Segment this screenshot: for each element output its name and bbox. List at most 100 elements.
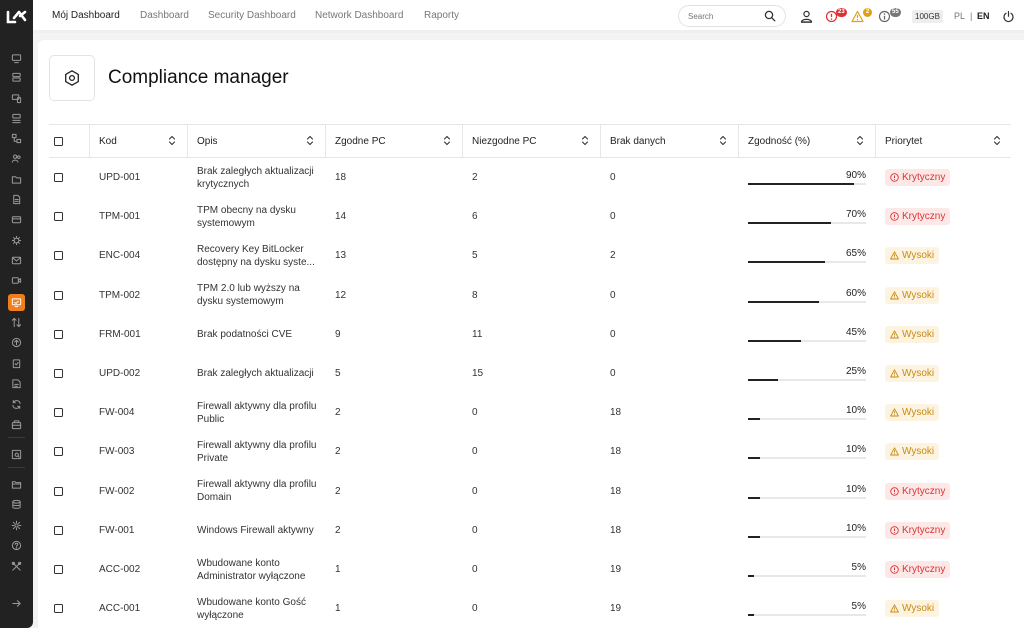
sidebar-item-expand[interactable] bbox=[10, 597, 23, 610]
row-checkbox[interactable] bbox=[54, 290, 63, 300]
monitor-icon bbox=[11, 54, 22, 64]
col-priorytet[interactable]: Priorytet bbox=[885, 125, 922, 157]
cell-niezgodne: 5 bbox=[472, 250, 478, 262]
cell-brak: 0 bbox=[610, 211, 616, 223]
row-checkbox[interactable] bbox=[54, 525, 63, 535]
row-checkbox[interactable] bbox=[54, 408, 63, 418]
table-row[interactable]: FRM-001 Brak podatności CVE 9 11 0 45% Wysoki bbox=[49, 315, 1011, 354]
sidebar-item-files[interactable] bbox=[10, 478, 23, 491]
cell-opis: Firewall aktywny dla profilu Public bbox=[197, 393, 319, 432]
sort-icon[interactable] bbox=[993, 134, 1001, 147]
table-row[interactable]: FW-004 Firewall aktywny dla profilu Publi… bbox=[49, 393, 1011, 432]
nav-network-dashboard[interactable]: Network Dashboard bbox=[315, 10, 403, 21]
sidebar-item-report[interactable] bbox=[10, 377, 23, 390]
table-row[interactable]: FW-003 Firewall aktywny dla profilu Priva… bbox=[49, 432, 1011, 471]
row-checkbox[interactable] bbox=[54, 251, 63, 261]
table-row[interactable]: UPD-002 Brak zaległych aktualizacji 5 15 0 25… bbox=[49, 354, 1011, 393]
search-input[interactable] bbox=[688, 10, 758, 23]
sort-icon[interactable] bbox=[443, 134, 451, 147]
report-icon bbox=[12, 379, 21, 389]
sort-icon[interactable] bbox=[719, 134, 727, 147]
row-checkbox[interactable] bbox=[54, 447, 63, 457]
cell-opis: Brak zaległych aktualizacji krytycznych bbox=[197, 158, 319, 197]
progress-fill bbox=[748, 614, 754, 617]
sidebar-item-storage[interactable] bbox=[10, 112, 23, 125]
table-row[interactable]: TPM-001 TPM obecny na dysku systemowym 14 6… bbox=[49, 197, 1011, 236]
sidebar-item-help[interactable] bbox=[10, 539, 23, 552]
sidebar-item-server[interactable] bbox=[10, 71, 23, 84]
lang-pl[interactable]: PL bbox=[954, 11, 965, 21]
table-row[interactable]: ACC-001 Wbudowane konto Gość wyłączone 1 0 1… bbox=[49, 589, 1011, 628]
sidebar-item-sync[interactable] bbox=[10, 398, 23, 411]
cell-opis: Firewall aktywny dla profilu Domain bbox=[197, 472, 319, 511]
sidebar-item-inventory[interactable] bbox=[10, 418, 23, 431]
sidebar-item-compliance[interactable] bbox=[8, 294, 25, 311]
col-zgodnosc[interactable]: Zgodność (%) bbox=[748, 125, 810, 157]
compliance-bar: 70% bbox=[748, 197, 866, 236]
cell-opis-text: Firewall aktywny dla profilu Public bbox=[197, 400, 317, 425]
row-checkbox[interactable] bbox=[54, 173, 63, 182]
sidebar-item-users[interactable] bbox=[10, 152, 23, 165]
search-icon[interactable] bbox=[764, 10, 776, 22]
table-row[interactable]: TPM-002 TPM 2.0 lub wyższy na dysku syste… bbox=[49, 276, 1011, 315]
sidebar-item-transfer[interactable] bbox=[10, 316, 23, 329]
col-kod[interactable]: Kod bbox=[99, 125, 117, 157]
sidebar-item-document[interactable] bbox=[10, 193, 23, 206]
row-checkbox[interactable] bbox=[54, 565, 63, 574]
sidebar-item-network[interactable] bbox=[10, 132, 23, 145]
sidebar-item-bug[interactable] bbox=[10, 234, 23, 247]
table-row[interactable]: FW-002 Firewall aktywny dla profilu Domai… bbox=[49, 472, 1011, 511]
power-icon[interactable] bbox=[1002, 10, 1015, 23]
cell-zgodne: 1 bbox=[335, 603, 341, 615]
sidebar-item-settings[interactable] bbox=[10, 519, 23, 532]
cell-niezgodne: 2 bbox=[472, 172, 478, 183]
sidebar-divider bbox=[8, 437, 25, 438]
col-niezgodne-pc[interactable]: Niezgodne PC bbox=[472, 125, 536, 157]
cell-kod: TPM-001 bbox=[99, 211, 141, 223]
sidebar-item-database[interactable] bbox=[10, 498, 23, 511]
cell-opis-text: TPM 2.0 lub wyższy na dysku systemowym bbox=[197, 283, 300, 308]
sidebar-item-mail[interactable] bbox=[10, 254, 23, 267]
cell-niezgodne: 0 bbox=[472, 524, 478, 536]
sort-icon[interactable] bbox=[581, 134, 589, 147]
select-all-checkbox[interactable] bbox=[54, 136, 63, 146]
table-row[interactable]: ENC-004 Recovery Key BitLocker dostępny n… bbox=[49, 236, 1011, 275]
col-brak-danych[interactable]: Brak danych bbox=[610, 125, 666, 157]
nav-dashboard[interactable]: Dashboard bbox=[140, 10, 189, 21]
row-checkbox[interactable] bbox=[54, 604, 63, 614]
compliance-bar: 10% bbox=[748, 472, 866, 511]
nav-moj-dashboard[interactable]: Mój Dashboard bbox=[52, 10, 120, 21]
sidebar-item-video[interactable] bbox=[10, 274, 23, 287]
row-checkbox[interactable] bbox=[54, 329, 63, 339]
mail-icon bbox=[11, 256, 22, 265]
logo-icon[interactable] bbox=[6, 9, 28, 25]
nav-security-dashboard[interactable]: Security Dashboard bbox=[208, 10, 296, 21]
user-icon[interactable] bbox=[800, 10, 813, 23]
col-zgodne-pc[interactable]: Zgodne PC bbox=[335, 125, 386, 157]
cell-opis-text: Wbudowane konto Gość wyłączone bbox=[197, 596, 306, 621]
sidebar-item-folder[interactable] bbox=[10, 173, 23, 186]
sort-icon[interactable] bbox=[306, 134, 314, 147]
sidebar-item-scan[interactable] bbox=[10, 448, 23, 461]
sort-icon[interactable] bbox=[168, 134, 176, 147]
progress-fill bbox=[748, 496, 760, 499]
sidebar-item-card[interactable] bbox=[10, 213, 23, 226]
sidebar-item-clipboard[interactable] bbox=[10, 357, 23, 370]
row-checkbox[interactable] bbox=[54, 369, 63, 378]
table-row[interactable]: UPD-001 Brak zaległych aktualizacji kryty… bbox=[49, 158, 1011, 197]
sort-icon[interactable] bbox=[856, 134, 864, 147]
col-opis[interactable]: Opis bbox=[197, 125, 218, 157]
table-row[interactable]: ACC-002 Wbudowane konto Administrator wył… bbox=[49, 550, 1011, 589]
progress-fill bbox=[748, 535, 760, 538]
row-checkbox[interactable] bbox=[54, 486, 63, 496]
sidebar-item-monitor[interactable] bbox=[10, 52, 23, 65]
sidebar-item-devices[interactable] bbox=[10, 92, 23, 105]
row-checkbox[interactable] bbox=[54, 212, 63, 222]
progress-track bbox=[748, 183, 866, 185]
clipboard-icon bbox=[12, 359, 21, 369]
nav-raporty[interactable]: Raporty bbox=[424, 10, 459, 21]
sidebar-item-upload[interactable] bbox=[10, 336, 23, 349]
table-row[interactable]: FW-001 Windows Firewall aktywny 2 0 18 10% Kry… bbox=[49, 511, 1011, 550]
lang-en[interactable]: EN bbox=[977, 11, 990, 21]
sidebar-item-tools[interactable] bbox=[10, 560, 23, 573]
